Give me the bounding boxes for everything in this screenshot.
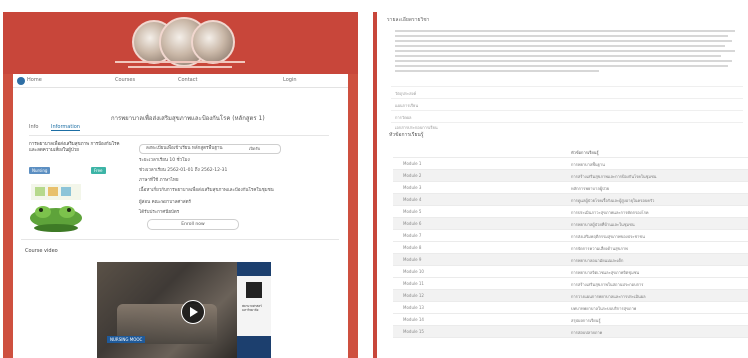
- topics-section-title: หัวข้อการเรียนรู้: [389, 132, 424, 138]
- table-cell-module: Module 8: [403, 245, 422, 250]
- nav-item-courses[interactable]: Courses: [115, 77, 135, 83]
- table-cell-topic: การพยาบาลผู้ป่วยที่บ้านและในชุมชน: [571, 222, 635, 227]
- play-icon[interactable]: [181, 300, 205, 324]
- price-tag: Free: [91, 167, 106, 174]
- table-cell-topic: การวางแผนการพยาบาลและการประเมินผล: [571, 294, 646, 299]
- category-tag: Nursing: [29, 167, 51, 174]
- course-description: [395, 30, 735, 75]
- link-assessment[interactable]: การวัดผล: [395, 114, 411, 121]
- link-lesson-plan[interactable]: แผนการเรียน: [395, 102, 418, 109]
- table-cell-module: Module 6: [403, 221, 422, 226]
- info-period: ช่วงเวลาเรียน 2562-01-01 ถึง 2562-12-31: [139, 168, 228, 173]
- info-language: ภาษาที่ใช้ ภาษาไทย: [139, 178, 179, 183]
- banner-photo: [191, 20, 235, 64]
- table-cell-topic: หลักการพยาบาลผู้ป่วย: [571, 186, 610, 191]
- tab-information[interactable]: Information: [51, 124, 80, 131]
- course-details-screenshot: รายละเอียดรายวิชา วัตถุประสงค์ แผนการเรี…: [373, 12, 748, 358]
- table-row[interactable]: Module 13 บทบาทพยาบาลในระบบบริการสุขภาพ: [393, 302, 748, 314]
- link-objectives[interactable]: วัตถุประสงค์: [395, 90, 416, 97]
- table-row[interactable]: Module 10 การพยาบาลจิตเวชและสุขภาพจิตชุมช…: [393, 266, 748, 278]
- table-cell-module: Module 11: [403, 281, 424, 286]
- tab-info[interactable]: Info: [29, 124, 38, 130]
- info-description: เนื้อหาเกี่ยวกับการพยาบาลเพื่อส่งเสริมสุ…: [139, 188, 274, 193]
- info-certificate: ได้รับประกาศนียบัตร: [139, 210, 180, 215]
- divider: [391, 110, 743, 111]
- status-badge: เปิดรับ: [249, 146, 261, 151]
- table-header: หัวข้อการเรียนรู้: [393, 146, 748, 158]
- table-row[interactable]: Module 7 การส่งเสริมพฤติกรรมสุขภาพของประช…: [393, 230, 748, 242]
- table-row[interactable]: Module 4 การดูแลผู้ป่วยโรคเรื้อรังและผู้ส…: [393, 194, 748, 206]
- course-video[interactable]: พยาบาลศาสตร์ มหาวิทยาลัย NURSING MOOC: [97, 262, 271, 358]
- banner-caption: [128, 66, 232, 68]
- table-cell-topic: บทบาทพยาบาลในระบบบริการสุขภาพ: [571, 306, 637, 311]
- table-cell-topic: การพยาบาลอนามัยแม่และเด็ก: [571, 258, 624, 263]
- course-summary: การพยาบาลเพื่อส่งเสริมสุขภาพ การป้องกันโ…: [29, 142, 121, 154]
- tab-divider: [29, 135, 329, 136]
- table-cell-topic: การพยาบาลพื้นฐาน: [571, 162, 605, 167]
- table-cell-topic: การจัดการความเสี่ยงด้านสุขภาพ: [571, 246, 628, 251]
- course-title: การพยาบาลเพื่อส่งเสริมสุขภาพ การป้องกันโ…: [29, 142, 120, 153]
- table-cell-module: Module 9: [403, 257, 422, 262]
- table-cell-module: Module 5: [403, 209, 422, 214]
- info-duration: ระยะเวลาเรียน 10 ชั่วโมง: [139, 158, 190, 163]
- section-title: Course video: [25, 248, 58, 254]
- info-instructor: ผู้สอน คณะพยาบาลศาสตร์: [139, 200, 191, 205]
- banner-caption: [115, 61, 245, 63]
- video-label: NURSING MOOC: [107, 336, 146, 343]
- table-cell-topic: การส่งเสริมพฤติกรรมสุขภาพของประชาชน: [571, 234, 645, 239]
- table-cell-topic: การสร้างเสริมสุขภาพในสถานประกอบการ: [571, 282, 644, 287]
- nav-item-login[interactable]: Login: [283, 77, 297, 83]
- course-page: Home Courses Contact Login การพยาบาลเพื่…: [13, 74, 348, 358]
- course-page-screenshot: Home Courses Contact Login การพยาบาลเพื่…: [3, 12, 358, 358]
- header-banner: [3, 12, 358, 74]
- table-cell-module: Module 12: [403, 293, 424, 298]
- video-caption: พยาบาลศาสตร์ มหาวิทยาลัย: [242, 304, 262, 312]
- table-row[interactable]: Module 1 การพยาบาลพื้นฐาน: [393, 158, 748, 170]
- table-cell-topic: การสอบปลายภาค: [571, 330, 603, 335]
- topics-table: หัวข้อการเรียนรู้ Module 1 การพยาบาลพื้นฐ…: [393, 146, 748, 338]
- table-row[interactable]: Module 15 การสอบปลายภาค: [393, 326, 748, 338]
- table-cell-module: Module 4: [403, 197, 422, 202]
- course-cover-image: [30, 184, 82, 232]
- nav-item-contact[interactable]: Contact: [178, 77, 197, 83]
- section-divider: [21, 239, 339, 240]
- divider: [391, 98, 743, 99]
- table-cell-module: Module 15: [403, 329, 424, 334]
- table-cell-module: Module 14: [403, 317, 424, 322]
- divider: [391, 122, 743, 123]
- table-header-cell: หัวข้อการเรียนรู้: [571, 150, 599, 155]
- table-cell-topic: สรุปผลการเรียนรู้: [571, 318, 601, 323]
- table-row[interactable]: Module 12 การวางแผนการพยาบาลและการประเมิน…: [393, 290, 748, 302]
- table-row[interactable]: Module 8 การจัดการความเสี่ยงด้านสุขภาพ: [393, 242, 748, 254]
- table-cell-module: Module 7: [403, 233, 422, 238]
- page-title: การพยาบาลเพื่อส่งเสริมสุขภาพและป้องกันโร…: [111, 115, 265, 122]
- table-row[interactable]: Module 11 การสร้างเสริมสุขภาพในสถานประกอบ…: [393, 278, 748, 290]
- table-cell-topic: การพยาบาลจิตเวชและสุขภาพจิตชุมชน: [571, 270, 640, 275]
- link-materials[interactable]: เอกสารประกอบการเรียน: [395, 124, 438, 131]
- table-cell-topic: การดูแลผู้ป่วยโรคเรื้อรังและผู้สูงอายุใน…: [571, 198, 655, 203]
- table-row[interactable]: Module 2 การสร้างเสริมสุขภาพและการป้องกัน…: [393, 170, 748, 182]
- table-cell-module: Module 2: [403, 173, 422, 178]
- table-row[interactable]: Module 6 การพยาบาลผู้ป่วยที่บ้านและในชุมช…: [393, 218, 748, 230]
- table-row[interactable]: Module 3 หลักการพยาบาลผู้ป่วย: [393, 182, 748, 194]
- table-row[interactable]: Module 5 การประเมินภาวะสุขภาพและการคัดกรอ…: [393, 206, 748, 218]
- divider: [391, 86, 743, 87]
- video-logo: [246, 282, 262, 298]
- table-cell-topic: การประเมินภาวะสุขภาพและการคัดกรองโรค: [571, 210, 649, 215]
- table-cell-module: Module 1: [403, 161, 422, 166]
- enroll-button[interactable]: Enroll now: [147, 219, 239, 230]
- table-cell-topic: การสร้างเสริมสุขภาพและการป้องกันโรคในชุม…: [571, 174, 657, 179]
- table-cell-module: Module 13: [403, 305, 424, 310]
- table-row[interactable]: Module 9 การพยาบาลอนามัยแม่และเด็ก: [393, 254, 748, 266]
- table-cell-module: Module 10: [403, 269, 424, 274]
- table-row[interactable]: Module 14 สรุปผลการเรียนรู้: [393, 314, 748, 326]
- top-navigation: Home Courses Contact Login: [13, 74, 348, 88]
- table-cell-module: Module 3: [403, 185, 422, 190]
- site-logo[interactable]: [17, 77, 25, 85]
- nav-item-home[interactable]: Home: [27, 77, 42, 83]
- details-title: รายละเอียดรายวิชา: [387, 17, 430, 23]
